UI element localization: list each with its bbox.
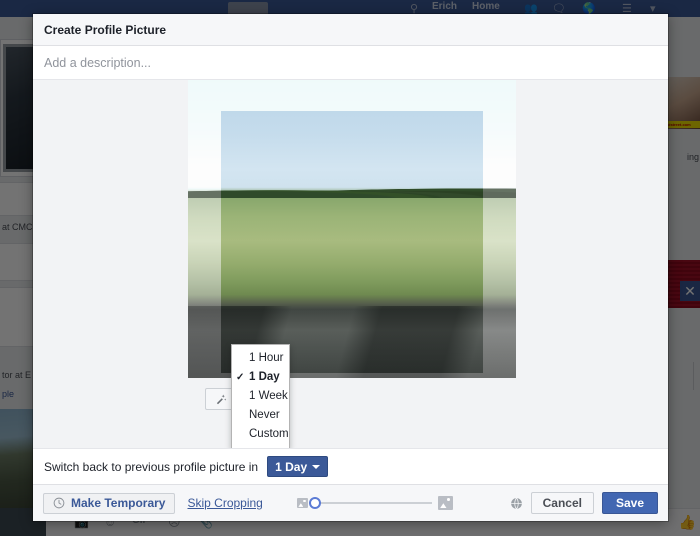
- chevron-down-icon: [312, 464, 321, 469]
- menu-item-1-week[interactable]: ✓ 1 Week: [232, 387, 289, 406]
- dialog-footer: Make Temporary Skip Cropping Cancel Save: [33, 484, 668, 521]
- cancel-button[interactable]: Cancel: [530, 492, 594, 514]
- switch-back-row: Switch back to previous profile picture …: [33, 448, 668, 484]
- create-profile-picture-dialog: Create Profile Picture Edit ✓ 1 Hour: [33, 14, 668, 521]
- photo-container[interactable]: [188, 80, 516, 379]
- clock-icon: [53, 497, 65, 509]
- crop-stage[interactable]: Edit ✓ 1 Hour ✓ 1 Day ✓ 1 Week ✓ Never ✓…: [33, 80, 668, 448]
- switch-back-label: Switch back to previous profile picture …: [44, 459, 259, 474]
- menu-item-never[interactable]: ✓ Never: [232, 406, 289, 425]
- small-image-icon: [296, 498, 308, 508]
- globe-icon[interactable]: [510, 497, 523, 510]
- large-image-icon: [437, 496, 453, 510]
- zoom-slider-handle[interactable]: [308, 497, 321, 509]
- description-row: [33, 46, 668, 80]
- magic-wand-icon: [216, 394, 227, 405]
- menu-item-1-day[interactable]: ✓ 1 Day: [232, 368, 289, 387]
- menu-item-label: 1 Week: [249, 390, 288, 402]
- menu-item-custom[interactable]: ✓ Custom: [232, 425, 289, 444]
- duration-dropdown-menu[interactable]: ✓ 1 Hour ✓ 1 Day ✓ 1 Week ✓ Never ✓ Cust…: [231, 344, 290, 448]
- menu-item-1-hour[interactable]: ✓ 1 Hour: [232, 349, 289, 368]
- description-input[interactable]: [44, 55, 606, 70]
- menu-item-label: 1 Day: [249, 371, 280, 383]
- dialog-header: Create Profile Picture: [33, 14, 668, 46]
- zoom-slider-control[interactable]: [296, 496, 453, 510]
- dialog-title: Create Profile Picture: [44, 22, 167, 37]
- zoom-slider-track[interactable]: [308, 497, 432, 509]
- make-temporary-label: Make Temporary: [71, 496, 166, 510]
- check-icon: ✓: [236, 372, 245, 383]
- duration-value: 1 Day: [275, 459, 308, 474]
- crop-window[interactable]: [221, 111, 483, 373]
- photo-inside-crop: [221, 111, 483, 373]
- menu-item-label: 1 Hour: [249, 352, 284, 364]
- skip-cropping-link[interactable]: Skip Cropping: [187, 496, 262, 510]
- save-button[interactable]: Save: [601, 492, 658, 514]
- menu-item-label: Custom: [249, 428, 289, 440]
- footer-actions: Cancel Save: [510, 492, 658, 514]
- make-temporary-button[interactable]: Make Temporary: [43, 492, 176, 514]
- menu-item-label: Never: [249, 409, 280, 421]
- duration-dropdown-button[interactable]: 1 Day: [267, 456, 329, 477]
